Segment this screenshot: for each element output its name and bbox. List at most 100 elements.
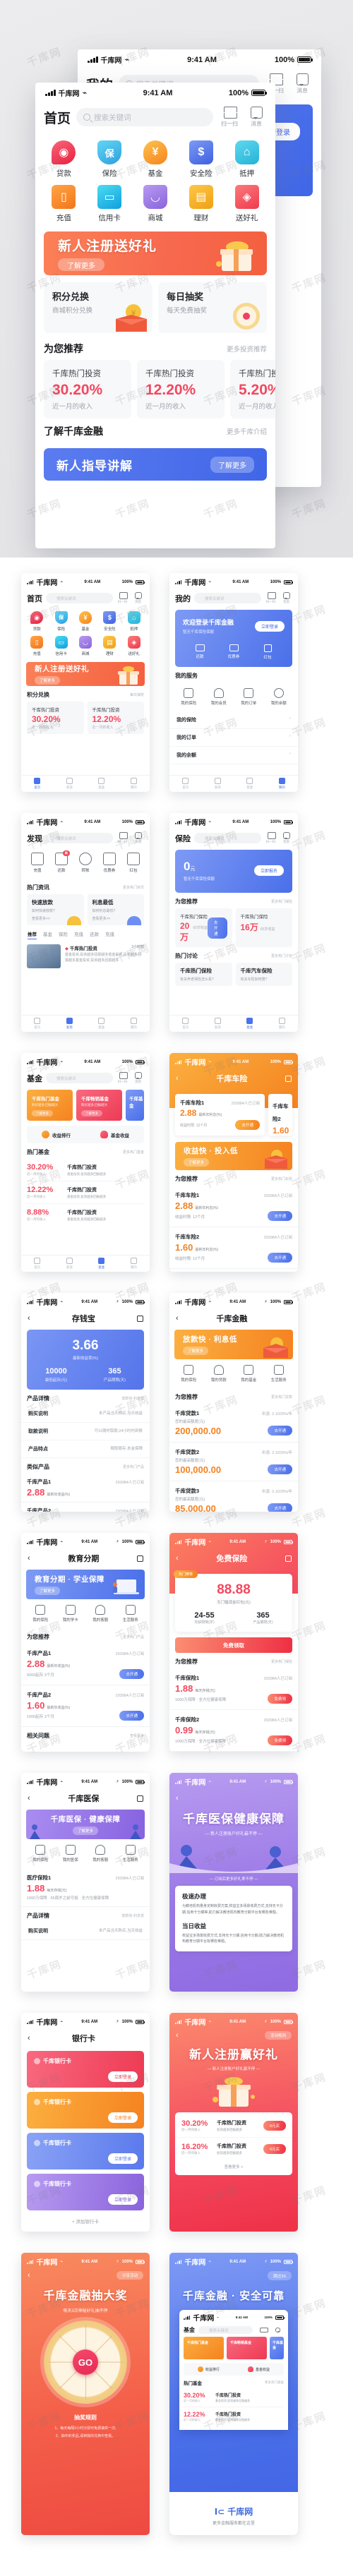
banner-button[interactable]: 了解更多 [72,1826,98,1835]
tab-fund[interactable]: 基金 [85,1016,118,1032]
open-button[interactable]: 去开通 [268,1464,292,1474]
message-button[interactable]: 消息 [132,592,144,604]
share-icon[interactable] [285,1075,292,1082]
tab-discover[interactable]: 发现 [54,1016,86,1032]
fund-promo-card[interactable]: 千库畅销基金 购买越多,回报越大 了解更多 [76,1090,122,1121]
claim-button[interactable]: 免费领 [268,1694,292,1704]
category-mall[interactable]: ◡ 商城 [133,185,179,223]
fund-promo-card[interactable]: 千库畅销基金 [227,2337,267,2359]
newuser-banner-button[interactable]: 了解更多 [58,258,104,271]
message-button[interactable] [272,2328,284,2333]
quick-recharge[interactable]: 充值 [25,853,49,873]
quick-coupon[interactable]: 优惠券 [217,644,251,660]
open-button[interactable]: 去开通 [208,917,227,939]
category-loan[interactable]: ◉ 贷款 [41,140,87,179]
tab-mine[interactable]: 我的 [118,1016,150,1032]
entry-ranking[interactable]: 收益排行 [184,2366,234,2372]
scan-button[interactable]: 扫一扫 [116,1072,128,1084]
tab-fund[interactable]: 基金 [85,1256,118,1272]
scan-button[interactable]: 扫一扫 [265,592,277,604]
share-icon[interactable] [136,1555,143,1562]
category-mortgage[interactable]: ⌂ 抵押 [224,140,270,179]
banner-button[interactable]: 了解更多 [183,1347,209,1355]
scan-button[interactable]: 扫一扫 [116,832,128,844]
back-button[interactable]: ‹ [28,1554,30,1563]
tab-home[interactable]: 首页 [21,1256,54,1272]
login-button[interactable]: 立即登录 [107,2153,138,2164]
category-gift[interactable]: ◈ 送好礼 [224,185,270,223]
category-safety[interactable]: $ 安全险 [97,611,121,632]
bank-card[interactable]: 千库银行卡 立即登录 [27,2133,144,2169]
quick-redpacket[interactable]: 红包 [251,644,285,660]
search-input[interactable]: 搜索关键词 [194,833,261,843]
share-icon[interactable] [136,1315,143,1322]
investment-card[interactable]: 千库热门投资 30.20% 近一月的收入 [44,360,131,419]
open-button[interactable]: 去开通 [119,1711,144,1721]
investment-card[interactable]: 千库热门投资 5.20% 近一月的收入 [230,360,275,419]
entry-loan[interactable]: 我的贷款 [204,1365,234,1383]
guide-banner-button[interactable]: 了解更多 [210,456,254,473]
list-item[interactable]: 12.22% 近一月的收入 千库热门投资 基金投资,投资越多回报越多 [27,1181,144,1204]
tab-mine[interactable]: 我的 [118,1256,150,1272]
entry-insurance[interactable]: 我的保险 [25,1845,56,1862]
tab-recommend[interactable]: 推荐 [28,930,37,939]
list-item[interactable]: 30.20% 近一月的收入 千库热门投资 基金投资,投资越多回报越多 [27,1159,144,1181]
open-button[interactable]: 去开通 [235,1120,260,1130]
quick-transfer[interactable]: 转账 [73,853,97,873]
tab-home[interactable]: 首页 [21,1016,54,1032]
screen-medical-promo[interactable]: 千库网 ⌁ 9:41 AM ⚡ 100% ‹ 千库医保健康保障 — 新人注册账户好礼… [169,1773,298,1992]
guide-banner[interactable]: 新人指导讲解 了解更多 [44,448,267,481]
login-button[interactable]: 立即登录 [254,620,285,632]
screen-car-insurance[interactable]: 千库网 ⌁ 9:41 AM 100% ‹ 千库车险 千库车险1 293984人已订阅… [169,1053,298,1272]
list-item[interactable]: 30.20% 近一月的收入 千库热门投资 基金投资,投资越多回报越多 [184,2388,284,2407]
back-button[interactable]: ‹ [28,1794,30,1802]
tab-discover[interactable]: 发现 [54,776,86,792]
scan-button[interactable]: 扫一扫 [265,832,277,844]
message-button[interactable]: 消息 [132,832,144,844]
category-recharge[interactable]: ▯ 充值 [25,636,49,656]
message-button[interactable]: 消息 [132,1072,144,1084]
tab-fund[interactable]: 基金 [234,776,266,792]
search-input[interactable]: 搜索关键词 [76,108,213,126]
tab-mine[interactable]: 我的 [118,776,150,792]
entry-income[interactable]: 基金收益 [234,2366,284,2372]
add-bankcard-button[interactable]: + 添加银行卡 [27,2215,144,2227]
tab-insurance[interactable]: 保险 [59,930,68,937]
message-button[interactable]: 消息 [246,107,267,128]
open-button[interactable]: 去开通 [119,1669,144,1679]
tab-recharge[interactable]: 充值 [74,930,83,937]
quick-repay[interactable]: 新还款 [49,850,73,873]
product-card[interactable]: 千库热门保险 16万 65岁收益 [235,908,292,947]
open-button[interactable]: 去开通 [268,1425,292,1436]
newuser-banner[interactable]: 新人注册送好礼 了解更多 [44,231,267,275]
screen-discover[interactable]: 千库网 ⌁ 9:41 AM 100% 发现 搜索关键词 扫一扫 消息 充值 新还款… [21,813,150,1032]
back-button[interactable]: ‹ [176,1794,179,1802]
quick-redpacket[interactable]: 红包 [121,853,145,873]
promo-banner[interactable]: 教育分期 · 学业保障 了解更多 [26,1570,145,1599]
list-item[interactable]: 我的订单 › [169,729,298,747]
claim-button[interactable]: 免费领取 [175,1637,292,1653]
promo-banner[interactable]: 收益快 · 投入低 了解更多 [175,1142,292,1170]
tab-recharge-2[interactable]: 充值 [105,930,114,937]
entry-life[interactable]: 生活服务 [264,1365,294,1383]
search-input[interactable]: 搜索关键词 [46,1073,113,1083]
article-item[interactable]: ◆ 千库热门投资 2小时前 基金投资,投资越多回报越多基金投资,投资越多回报越多… [21,940,150,973]
service-member[interactable]: 我的会员 [204,688,234,706]
tab-discover[interactable]: 发现 [202,776,234,792]
back-button[interactable]: ‹ [176,1074,179,1083]
category-wealth[interactable]: ▤ 理财 [97,636,121,656]
buy-button[interactable]: 0元买 [263,2144,286,2154]
banner-button[interactable]: 了解更多 [35,1587,61,1595]
tab-discover[interactable]: 发现 [54,1256,86,1272]
list-item[interactable]: 千库产品2293984人已订阅 1.60最新年收益(%) [21,1503,150,1512]
screen-lottery[interactable]: 千库网 ⌁ 9:41 AM ⚡ 100% ‹ 分享活动 千库金融抽大奖 每天3次神秘… [21,2253,150,2535]
list-item[interactable]: 千库贷款3 利息: 2.1029%/年 您的最高额度(元) 85,000.00 去… [169,1481,298,1512]
list-item[interactable]: 千库保险2 293984人已订阅 0.99 每天存钱(元) 1000万保障 · 全方… [169,1710,298,1752]
signup-button[interactable]: 立即报名 [253,865,284,876]
login-button[interactable]: 立即登录 [107,2071,138,2082]
share-icon[interactable] [285,1555,292,1562]
category-insurance[interactable]: 保 保险 [87,140,133,179]
fund-promo-card[interactable]: 千库热门基金 [184,2337,224,2359]
screen-home[interactable]: 千库网 ⌁ 9:41 AM 100% 首页 搜索关键词 扫一扫 消息 ◉ 贷款 保保… [21,573,150,792]
lottery-wheel[interactable]: GO [44,2321,127,2404]
